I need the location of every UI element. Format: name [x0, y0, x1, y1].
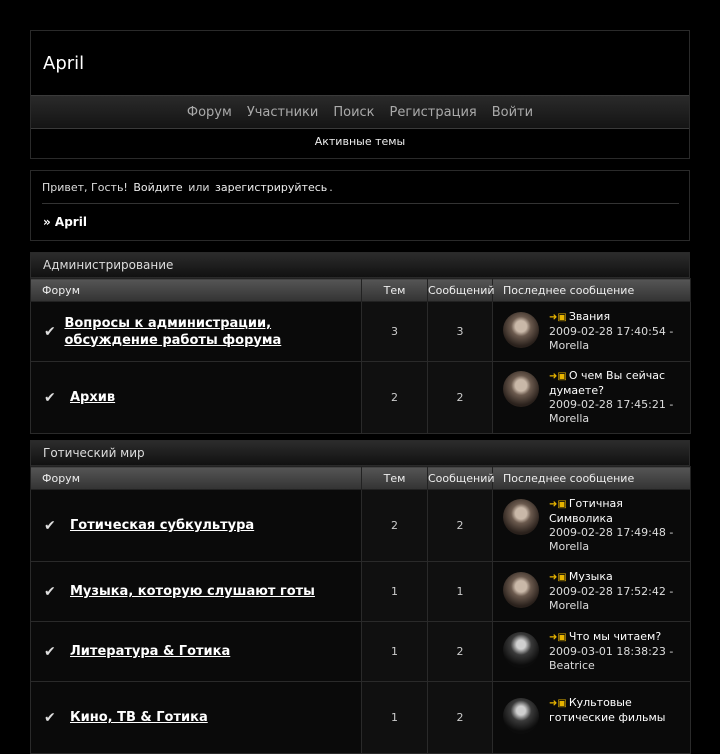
forum-link[interactable]: Кино, ТВ & Готика: [70, 709, 208, 726]
login-link[interactable]: Войдите: [133, 181, 182, 194]
last-post-link[interactable]: Что мы читаем?: [569, 630, 661, 643]
category-administration: Администрирование Форум Тем Сообщений По…: [30, 252, 691, 434]
last-post-link[interactable]: Звания: [569, 310, 610, 323]
avatar[interactable]: [503, 698, 539, 734]
go-to-post-icon[interactable]: ➜▣: [549, 312, 567, 323]
last-post-date: 2009-03-01 18:38:23 -: [549, 645, 674, 658]
col-posts: Сообщений: [427, 278, 495, 302]
nav-login[interactable]: Войти: [492, 105, 533, 120]
category-title: Администрирование: [30, 252, 690, 278]
last-post-date: 2009-02-28 17:49:48 -: [549, 526, 674, 539]
divider: [42, 203, 679, 204]
topic-count: 1: [361, 561, 428, 622]
checkmark-icon: ✔: [44, 323, 56, 340]
last-post-date: 2009-02-28 17:45:21 -: [549, 398, 674, 411]
table-row: ✔ Литература & Готика 1 2 ➜▣ Что мы читае…: [30, 621, 691, 682]
greeting-hello: Привет, Гость!: [42, 181, 128, 194]
post-count: 2: [427, 489, 493, 562]
post-count: 2: [427, 681, 493, 754]
col-last-post: Последнее сообщение: [492, 278, 691, 302]
go-to-post-icon[interactable]: ➜▣: [549, 698, 567, 709]
greeting-or: или: [188, 181, 210, 194]
greeting: Привет, Гость! Войдите или зарегистрируй…: [42, 181, 333, 194]
active-topics-bar: Активные темы: [31, 135, 689, 148]
checkmark-icon: ✔: [44, 709, 56, 726]
forum-link[interactable]: Готическая субкультура: [70, 517, 254, 534]
checkmark-icon: ✔: [44, 389, 56, 406]
welcome-box: Привет, Гость! Войдите или зарегистрируй…: [30, 170, 690, 241]
avatar[interactable]: [503, 371, 539, 407]
forum-link[interactable]: Вопросы к администрации, обсуждение рабо…: [64, 315, 361, 349]
nav-members[interactable]: Участники: [247, 105, 319, 120]
checkmark-icon: ✔: [44, 643, 56, 660]
topic-count: 2: [361, 489, 428, 562]
post-count: 3: [427, 301, 493, 362]
last-post-user: Morella: [549, 540, 590, 553]
table-row: ✔ Готическая субкультура 2 2 ➜▣ Готичная …: [30, 489, 691, 562]
post-count: 1: [427, 561, 493, 622]
active-topics-link[interactable]: Активные темы: [315, 135, 406, 148]
last-post-link[interactable]: Музыка: [569, 570, 613, 583]
topic-count: 2: [361, 361, 428, 434]
register-link[interactable]: зарегистрируйтесь: [215, 181, 327, 194]
go-to-post-icon[interactable]: ➜▣: [549, 572, 567, 583]
last-post-user: Morella: [549, 412, 590, 425]
checkmark-icon: ✔: [44, 583, 56, 600]
last-post-user: Morella: [549, 339, 590, 352]
forum-table: Форум Тем Сообщений Последнее сообщение …: [30, 466, 691, 754]
nav-register[interactable]: Регистрация: [390, 105, 477, 120]
checkmark-icon: ✔: [44, 517, 56, 534]
avatar[interactable]: [503, 312, 539, 348]
last-post-user: Beatrice: [549, 659, 595, 672]
col-topics: Тем: [361, 466, 428, 490]
last-post-date: 2009-02-28 17:40:54 -: [549, 325, 674, 338]
last-post-date: 2009-02-28 17:52:42 -: [549, 585, 674, 598]
go-to-post-icon[interactable]: ➜▣: [549, 499, 567, 510]
post-count: 2: [427, 621, 493, 682]
site-title: April: [43, 53, 85, 74]
breadcrumb: » April: [43, 215, 87, 229]
navbar: Форум Участники Поиск Регистрация Войти: [31, 95, 689, 129]
topic-count: 3: [361, 301, 428, 362]
col-topics: Тем: [361, 278, 428, 302]
category-title: Готический мир: [30, 440, 690, 466]
go-to-post-icon[interactable]: ➜▣: [549, 632, 567, 643]
forum-table: Форум Тем Сообщений Последнее сообщение …: [30, 278, 691, 434]
col-last-post: Последнее сообщение: [492, 466, 691, 490]
forum-link[interactable]: Архив: [70, 389, 115, 406]
go-to-post-icon[interactable]: ➜▣: [549, 371, 567, 382]
table-row: ✔ Музыка, которую слушают готы 1 1 ➜▣ Муз…: [30, 561, 691, 622]
avatar[interactable]: [503, 572, 539, 608]
col-posts: Сообщений: [427, 466, 495, 490]
forum-link[interactable]: Литература & Готика: [70, 643, 230, 660]
last-post-user: Morella: [549, 599, 590, 612]
table-row: ✔ Архив 2 2 ➜▣ О чем Вы сейчас думаете? 2…: [30, 361, 691, 434]
avatar[interactable]: [503, 499, 539, 535]
topic-count: 1: [361, 681, 428, 754]
table-row: ✔ Вопросы к администрации, обсуждение ра…: [30, 301, 691, 362]
table-row: ✔ Кино, ТВ & Готика 1 2 ➜▣ Культовые готи…: [30, 681, 691, 754]
forum-link[interactable]: Музыка, которую слушают готы: [70, 583, 315, 600]
col-forum: Форум: [30, 466, 362, 490]
post-count: 2: [427, 361, 493, 434]
col-forum: Форум: [30, 278, 362, 302]
topic-count: 1: [361, 621, 428, 682]
nav-forum[interactable]: Форум: [187, 105, 232, 120]
category-gothic-world: Готический мир Форум Тем Сообщений После…: [30, 440, 691, 754]
greeting-dot: .: [329, 181, 333, 194]
nav-search[interactable]: Поиск: [333, 105, 374, 120]
avatar[interactable]: [503, 632, 539, 668]
header: April Форум Участники Поиск Регистрация …: [30, 30, 690, 159]
